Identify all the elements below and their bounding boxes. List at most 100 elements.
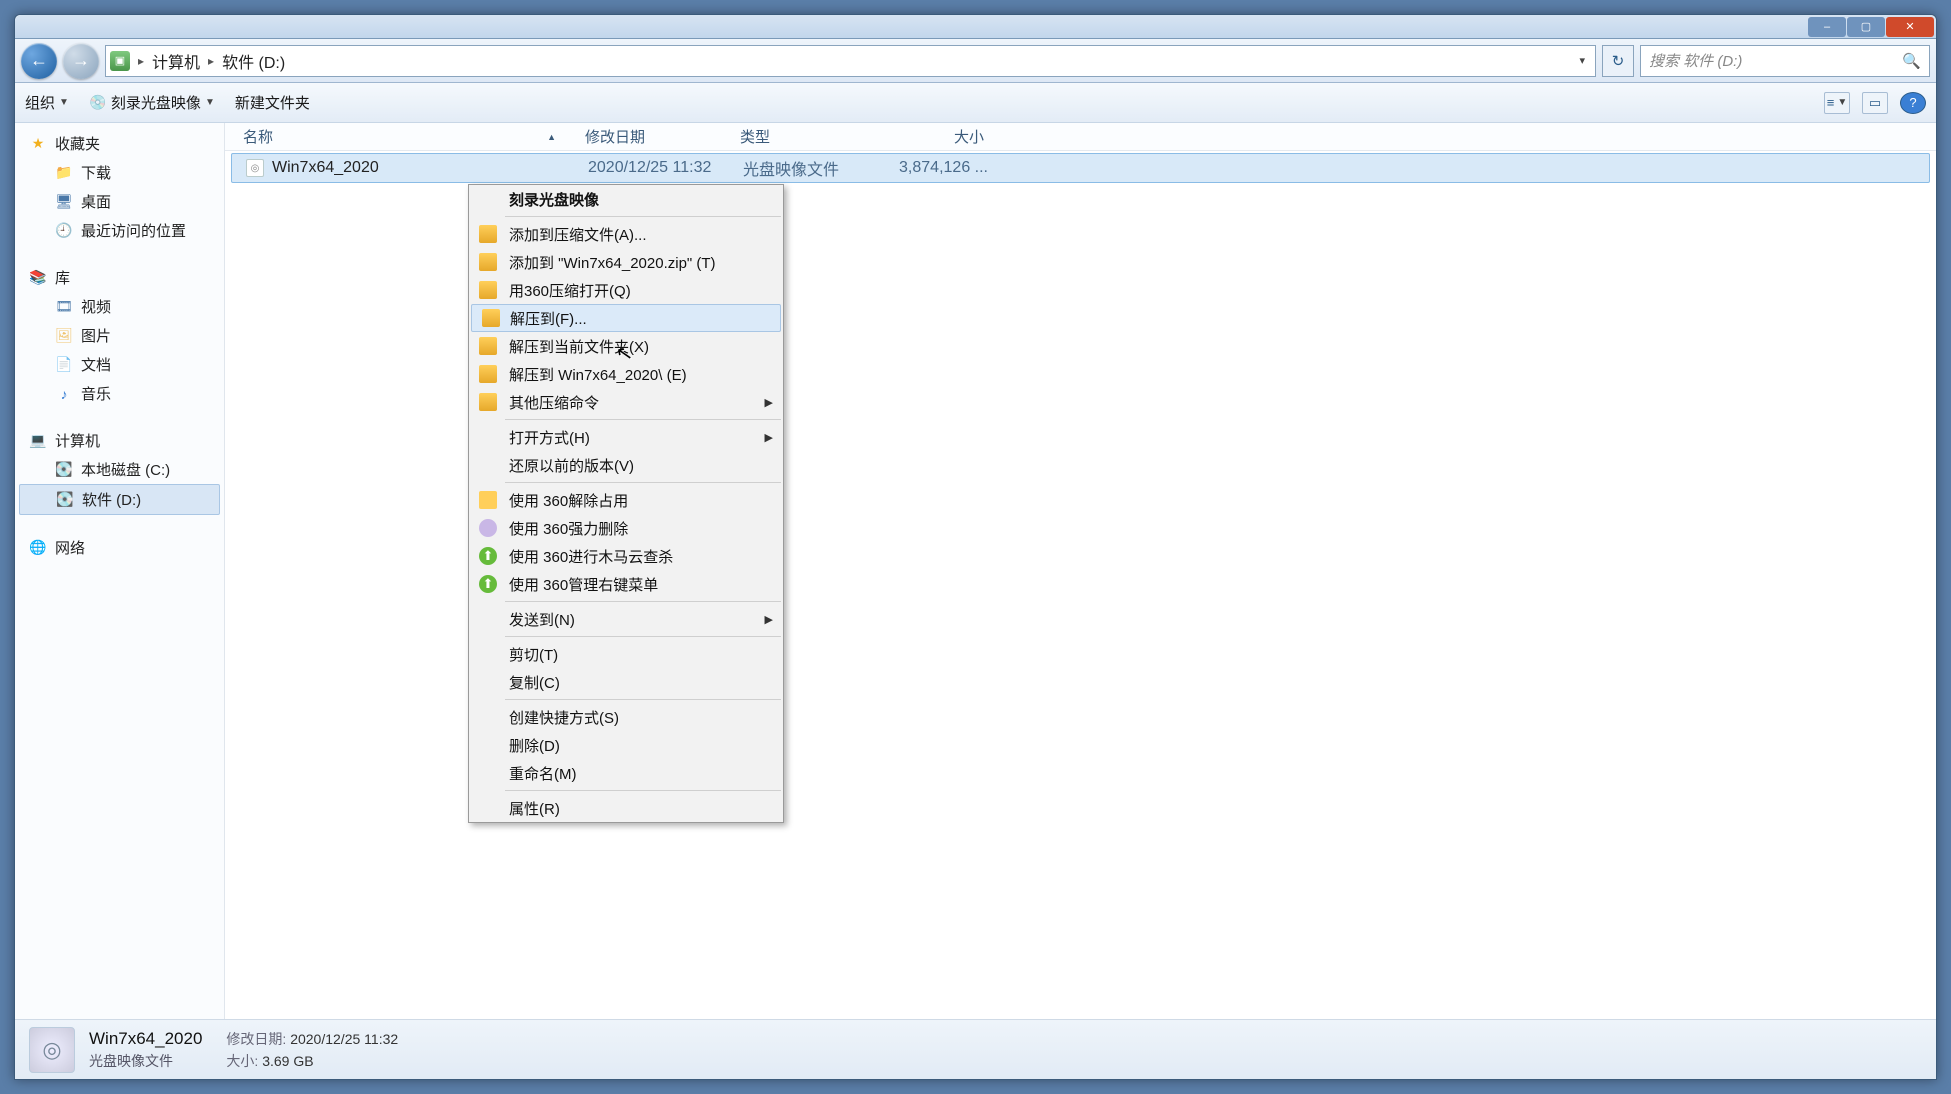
chevron-down-icon: ▼ [1837, 97, 1847, 108]
context-menu-item[interactable]: 解压到(F)... [471, 304, 781, 332]
sidebar-label: 库 [55, 267, 70, 288]
menu-item-label: 还原以前的版本(V) [509, 455, 634, 476]
refresh-button[interactable]: ↻ [1602, 45, 1634, 77]
sidebar-item-downloads[interactable]: 📁下载 [15, 158, 224, 187]
help-button[interactable]: ? [1900, 92, 1926, 114]
menu-item-label: 使用 360管理右键菜单 [509, 574, 658, 595]
column-date[interactable]: 修改日期 [575, 126, 730, 147]
sidebar-item-label: 本地磁盘 (C:) [81, 459, 170, 480]
context-menu-item[interactable]: 其他压缩命令 ▶ [469, 388, 783, 416]
folder-icon: 📁 [55, 164, 73, 182]
context-menu-item[interactable]: ⬆使用 360进行木马云查杀 [469, 542, 783, 570]
menu-separator [505, 790, 781, 791]
recent-icon: 🕘 [55, 222, 73, 240]
sidebar-item-drive-c[interactable]: 💽本地磁盘 (C:) [15, 455, 224, 484]
status-date-value: 2020/12/25 11:32 [290, 1031, 398, 1047]
menu-item-label: 重命名(M) [509, 763, 577, 784]
context-menu-item[interactable]: 使用 360解除占用 [469, 486, 783, 514]
context-menu-item[interactable]: 使用 360强力删除 [469, 514, 783, 542]
preview-pane-button[interactable]: ▭ [1862, 92, 1888, 114]
zip-icon [479, 253, 497, 271]
column-type[interactable]: 类型 [730, 126, 885, 147]
context-menu-item[interactable]: 添加到压缩文件(A)... [469, 220, 783, 248]
sidebar-item-recent[interactable]: 🕘 最近访问的位置 [15, 216, 224, 245]
sidebar-item-videos[interactable]: 🎞视频 [15, 292, 224, 321]
sidebar-network[interactable]: 🌐网络 [15, 533, 224, 562]
search-input[interactable]: 搜索 软件 (D:) 🔍 [1640, 45, 1930, 77]
submenu-arrow-icon: ▶ [765, 396, 773, 409]
sidebar-label: 网络 [55, 537, 85, 558]
context-menu-item[interactable]: 删除(D) [469, 731, 783, 759]
menu-item-label: 发送到(N) [509, 609, 575, 630]
address-dropdown[interactable]: ▾ [1573, 54, 1591, 67]
breadcrumb-sep: ▸ [136, 54, 146, 68]
menu-item-label: 其他压缩命令 [509, 392, 599, 413]
context-menu-item[interactable]: 还原以前的版本(V) [469, 451, 783, 479]
menu-item-label: 解压到(F)... [510, 308, 587, 329]
context-menu-item[interactable]: 创建快捷方式(S) [469, 703, 783, 731]
context-menu-item[interactable]: ⬆使用 360管理右键菜单 [469, 570, 783, 598]
sidebar-item-pictures[interactable]: 🖼图片 [15, 321, 224, 350]
menu-item-label: 刻录光盘映像 [509, 189, 599, 210]
music-icon: ♪ [55, 385, 73, 403]
context-menu-item[interactable]: 剪切(T) [469, 640, 783, 668]
menu-item-label: 创建快捷方式(S) [509, 707, 619, 728]
menu-item-label: 解压到 Win7x64_2020\ (E) [509, 364, 687, 385]
sidebar-favorites[interactable]: ★ 收藏夹 [15, 129, 224, 158]
sidebar-computer[interactable]: 💻计算机 [15, 426, 224, 455]
360g-icon: ⬆ [479, 547, 497, 565]
breadcrumb-drive[interactable]: 软件 (D:) [222, 49, 285, 73]
sidebar-item-label: 最近访问的位置 [81, 220, 186, 241]
column-name[interactable]: 名称▲ [225, 126, 575, 147]
sidebar-item-music[interactable]: ♪ 音乐 [15, 379, 224, 408]
context-menu-item[interactable]: 用360压缩打开(Q) [469, 276, 783, 304]
sidebar-libraries[interactable]: 📚库 [15, 263, 224, 292]
zip-icon [479, 337, 497, 355]
forward-button[interactable]: → [63, 43, 99, 79]
status-size-label: 大小: [226, 1053, 258, 1069]
sidebar-label: 收藏夹 [55, 133, 100, 154]
table-row[interactable]: ◎Win7x64_2020 2020/12/25 11:32 光盘映像文件 3,… [231, 153, 1930, 183]
menu-item-label: 打开方式(H) [509, 427, 590, 448]
drive-icon: 💽 [56, 491, 74, 509]
file-type: 光盘映像文件 [733, 156, 888, 180]
breadcrumb-computer[interactable]: 计算机 [152, 49, 200, 73]
context-menu-item[interactable]: 复制(C) [469, 668, 783, 696]
sidebar-item-label: 音乐 [81, 383, 111, 404]
menu-separator [505, 601, 781, 602]
minimize-button[interactable]: – [1808, 17, 1846, 37]
context-menu-item[interactable]: 刻录光盘映像 [469, 185, 783, 213]
close-button[interactable]: ✕ [1886, 17, 1934, 37]
star-icon: ★ [29, 135, 47, 153]
menu-item-label: 删除(D) [509, 735, 560, 756]
burn-image-button[interactable]: 💿 刻录光盘映像 ▼ [89, 92, 215, 113]
column-size[interactable]: 大小 [885, 126, 995, 147]
new-folder-button[interactable]: 新建文件夹 [235, 92, 310, 113]
search-placeholder: 搜索 软件 (D:) [1649, 50, 1742, 71]
address-bar[interactable]: ▣ ▸ 计算机 ▸ 软件 (D:) ▾ [105, 45, 1596, 77]
organize-label: 组织 [25, 92, 55, 113]
context-menu-item[interactable]: 打开方式(H)▶ [469, 423, 783, 451]
menu-item-label: 添加到压缩文件(A)... [509, 224, 647, 245]
sidebar-item-desktop[interactable]: 🖥桌面 [15, 187, 224, 216]
status-bar: ◎ Win7x64_2020 光盘映像文件 修改日期: 2020/12/25 1… [15, 1019, 1936, 1079]
360o-icon [479, 491, 497, 509]
organize-menu[interactable]: 组织 ▼ [25, 92, 69, 113]
context-menu-item[interactable]: 添加到 "Win7x64_2020.zip" (T) [469, 248, 783, 276]
sidebar: ★ 收藏夹 📁下载 🖥桌面 🕘 最近访问的位置 📚库 🎞视频 🖼图片 📄文档 ♪ 音乐… [15, 123, 225, 1019]
view-mode-button[interactable]: ≡▼ [1824, 92, 1850, 114]
status-date-label: 修改日期: [226, 1031, 286, 1047]
menu-item-label: 使用 360解除占用 [509, 490, 628, 511]
breadcrumb-sep: ▸ [206, 54, 216, 68]
sort-indicator-icon: ▲ [547, 132, 556, 142]
sidebar-item-documents[interactable]: 📄文档 [15, 350, 224, 379]
context-menu-item[interactable]: 属性(R) [469, 794, 783, 822]
menu-separator [505, 636, 781, 637]
sidebar-item-drive-d[interactable]: 💽软件 (D:) [19, 484, 220, 515]
maximize-button[interactable]: ▢ [1847, 17, 1885, 37]
menu-item-label: 使用 360强力删除 [509, 518, 628, 539]
back-button[interactable]: ← [21, 43, 57, 79]
context-menu-item[interactable]: 重命名(M) [469, 759, 783, 787]
context-menu-item[interactable]: 发送到(N)▶ [469, 605, 783, 633]
search-icon: 🔍 [1902, 52, 1921, 70]
